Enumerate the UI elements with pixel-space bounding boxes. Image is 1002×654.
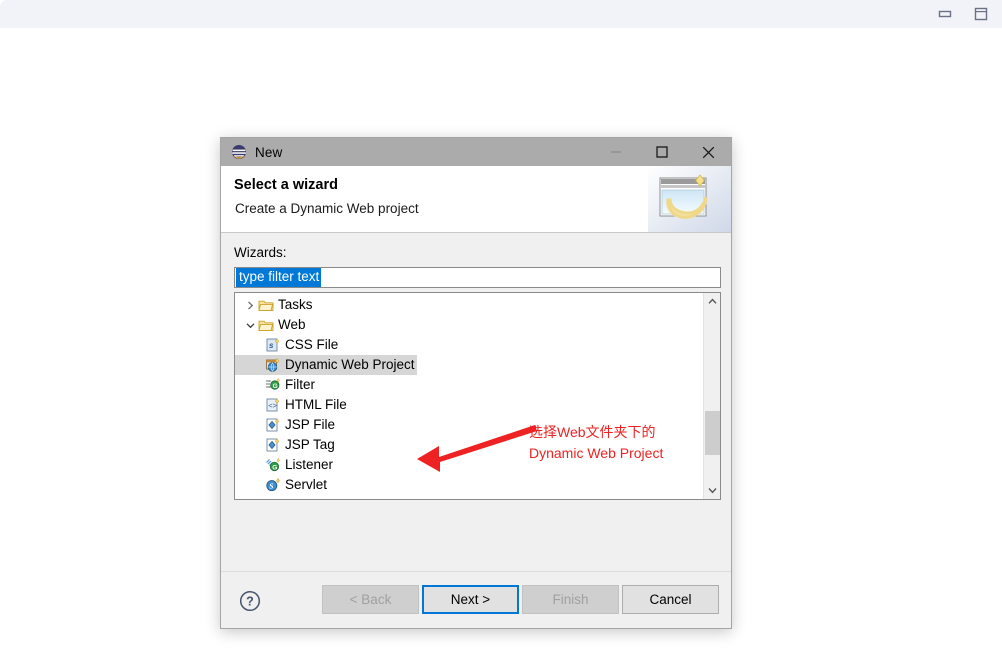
tree-item-tasks[interactable]: Tasks	[235, 295, 703, 315]
next-button[interactable]: Next >	[422, 585, 519, 614]
listener-icon: G	[266, 457, 280, 471]
tree-item-label: CSS File	[285, 337, 339, 352]
jsp-file-icon	[266, 418, 279, 432]
tree-item-label: Web	[278, 317, 306, 332]
wizard-filter-input[interactable]: type filter text	[234, 267, 721, 288]
wizard-tree-container: Tasks Web s CSS File Dynamic Web Project…	[234, 292, 721, 500]
dialog-minimize-button[interactable]	[593, 138, 639, 166]
svg-text:S: S	[269, 482, 273, 491]
annotation-line-2: Dynamic Web Project	[529, 445, 664, 461]
jsp-tag-icon	[266, 438, 279, 452]
dialog-title: New	[255, 144, 283, 160]
eclipse-icon	[232, 145, 246, 159]
background-minimize-button[interactable]	[932, 0, 958, 28]
tree-item-label: JSP File	[285, 417, 336, 432]
dialog-body: Wizards: type filter text Tasks Web s CS…	[221, 234, 731, 571]
servlet-icon: S	[266, 478, 280, 492]
tree-item-label: Servlet	[285, 477, 328, 492]
tree-item-label: Listener	[285, 457, 334, 472]
tree-item-label: Filter	[285, 377, 315, 392]
chevron-down-icon[interactable]	[242, 315, 258, 335]
header-title: Select a wizard	[234, 177, 338, 193]
cancel-button[interactable]: Cancel	[622, 585, 719, 614]
chevron-right-icon[interactable]	[242, 295, 258, 315]
background-window-titlebar	[0, 0, 1002, 28]
tree-item-html-file[interactable]: <> HTML File	[235, 395, 703, 415]
dialog-close-button[interactable]	[685, 138, 731, 166]
tree-item-filter[interactable]: G Filter	[235, 375, 703, 395]
dialog-maximize-button[interactable]	[639, 138, 685, 166]
background-window-controls	[932, 0, 994, 28]
dialog-window-controls	[593, 138, 731, 166]
tree-item-label: HTML File	[285, 397, 347, 412]
wizard-banner-icon	[648, 166, 731, 232]
tree-item-label: JSP Tag	[285, 437, 335, 452]
scrollbar-down-button[interactable]	[704, 482, 721, 499]
svg-text:G: G	[273, 383, 278, 390]
wizard-tree-list[interactable]: Tasks Web s CSS File Dynamic Web Project…	[235, 293, 703, 499]
annotation-line-1: 选择Web文件夹下的	[529, 424, 656, 440]
annotation-text: 选择Web文件夹下的 Dynamic Web Project	[529, 422, 663, 464]
dialog-header: Select a wizard Create a Dynamic Web pro…	[221, 166, 731, 233]
svg-text:s: s	[269, 341, 274, 350]
header-subtitle: Create a Dynamic Web project	[235, 201, 419, 216]
scrollbar-thumb[interactable]	[705, 411, 720, 455]
scrollbar-up-button[interactable]	[704, 293, 721, 310]
background-restore-button[interactable]	[968, 0, 994, 28]
filter-input-value: type filter text	[236, 268, 322, 287]
wizards-label: Wizards:	[234, 245, 287, 260]
tree-item-servlet[interactable]: S Servlet	[235, 475, 703, 495]
folder-icon	[258, 320, 274, 331]
css-file-icon: s	[266, 338, 279, 352]
new-wizard-dialog: New Select a wizard Create a Dynamic Web…	[220, 137, 732, 629]
web-project-icon	[266, 358, 280, 372]
tree-item-css-file[interactable]: s CSS File	[235, 335, 703, 355]
tree-vertical-scrollbar[interactable]	[703, 293, 720, 499]
folder-icon	[258, 300, 274, 311]
filter-icon: G	[266, 377, 280, 390]
finish-button[interactable]: Finish	[522, 585, 619, 614]
dialog-button-row: < Back Next > Finish Cancel	[322, 585, 719, 614]
dialog-footer: ? < Back Next > Finish Cancel	[221, 571, 731, 628]
help-icon[interactable]: ?	[239, 590, 261, 612]
html-file-icon: <>	[266, 398, 279, 412]
tree-item-web[interactable]: Web	[235, 315, 703, 335]
tree-item-label: Tasks	[278, 297, 313, 312]
back-button[interactable]: < Back	[322, 585, 419, 614]
tree-item-label: Dynamic Web Project	[285, 357, 415, 372]
svg-text:G: G	[272, 464, 277, 471]
dialog-titlebar[interactable]: New	[221, 138, 731, 166]
svg-text:?: ?	[246, 595, 254, 609]
tree-item-dynamic-web-project[interactable]: Dynamic Web Project	[235, 355, 417, 375]
